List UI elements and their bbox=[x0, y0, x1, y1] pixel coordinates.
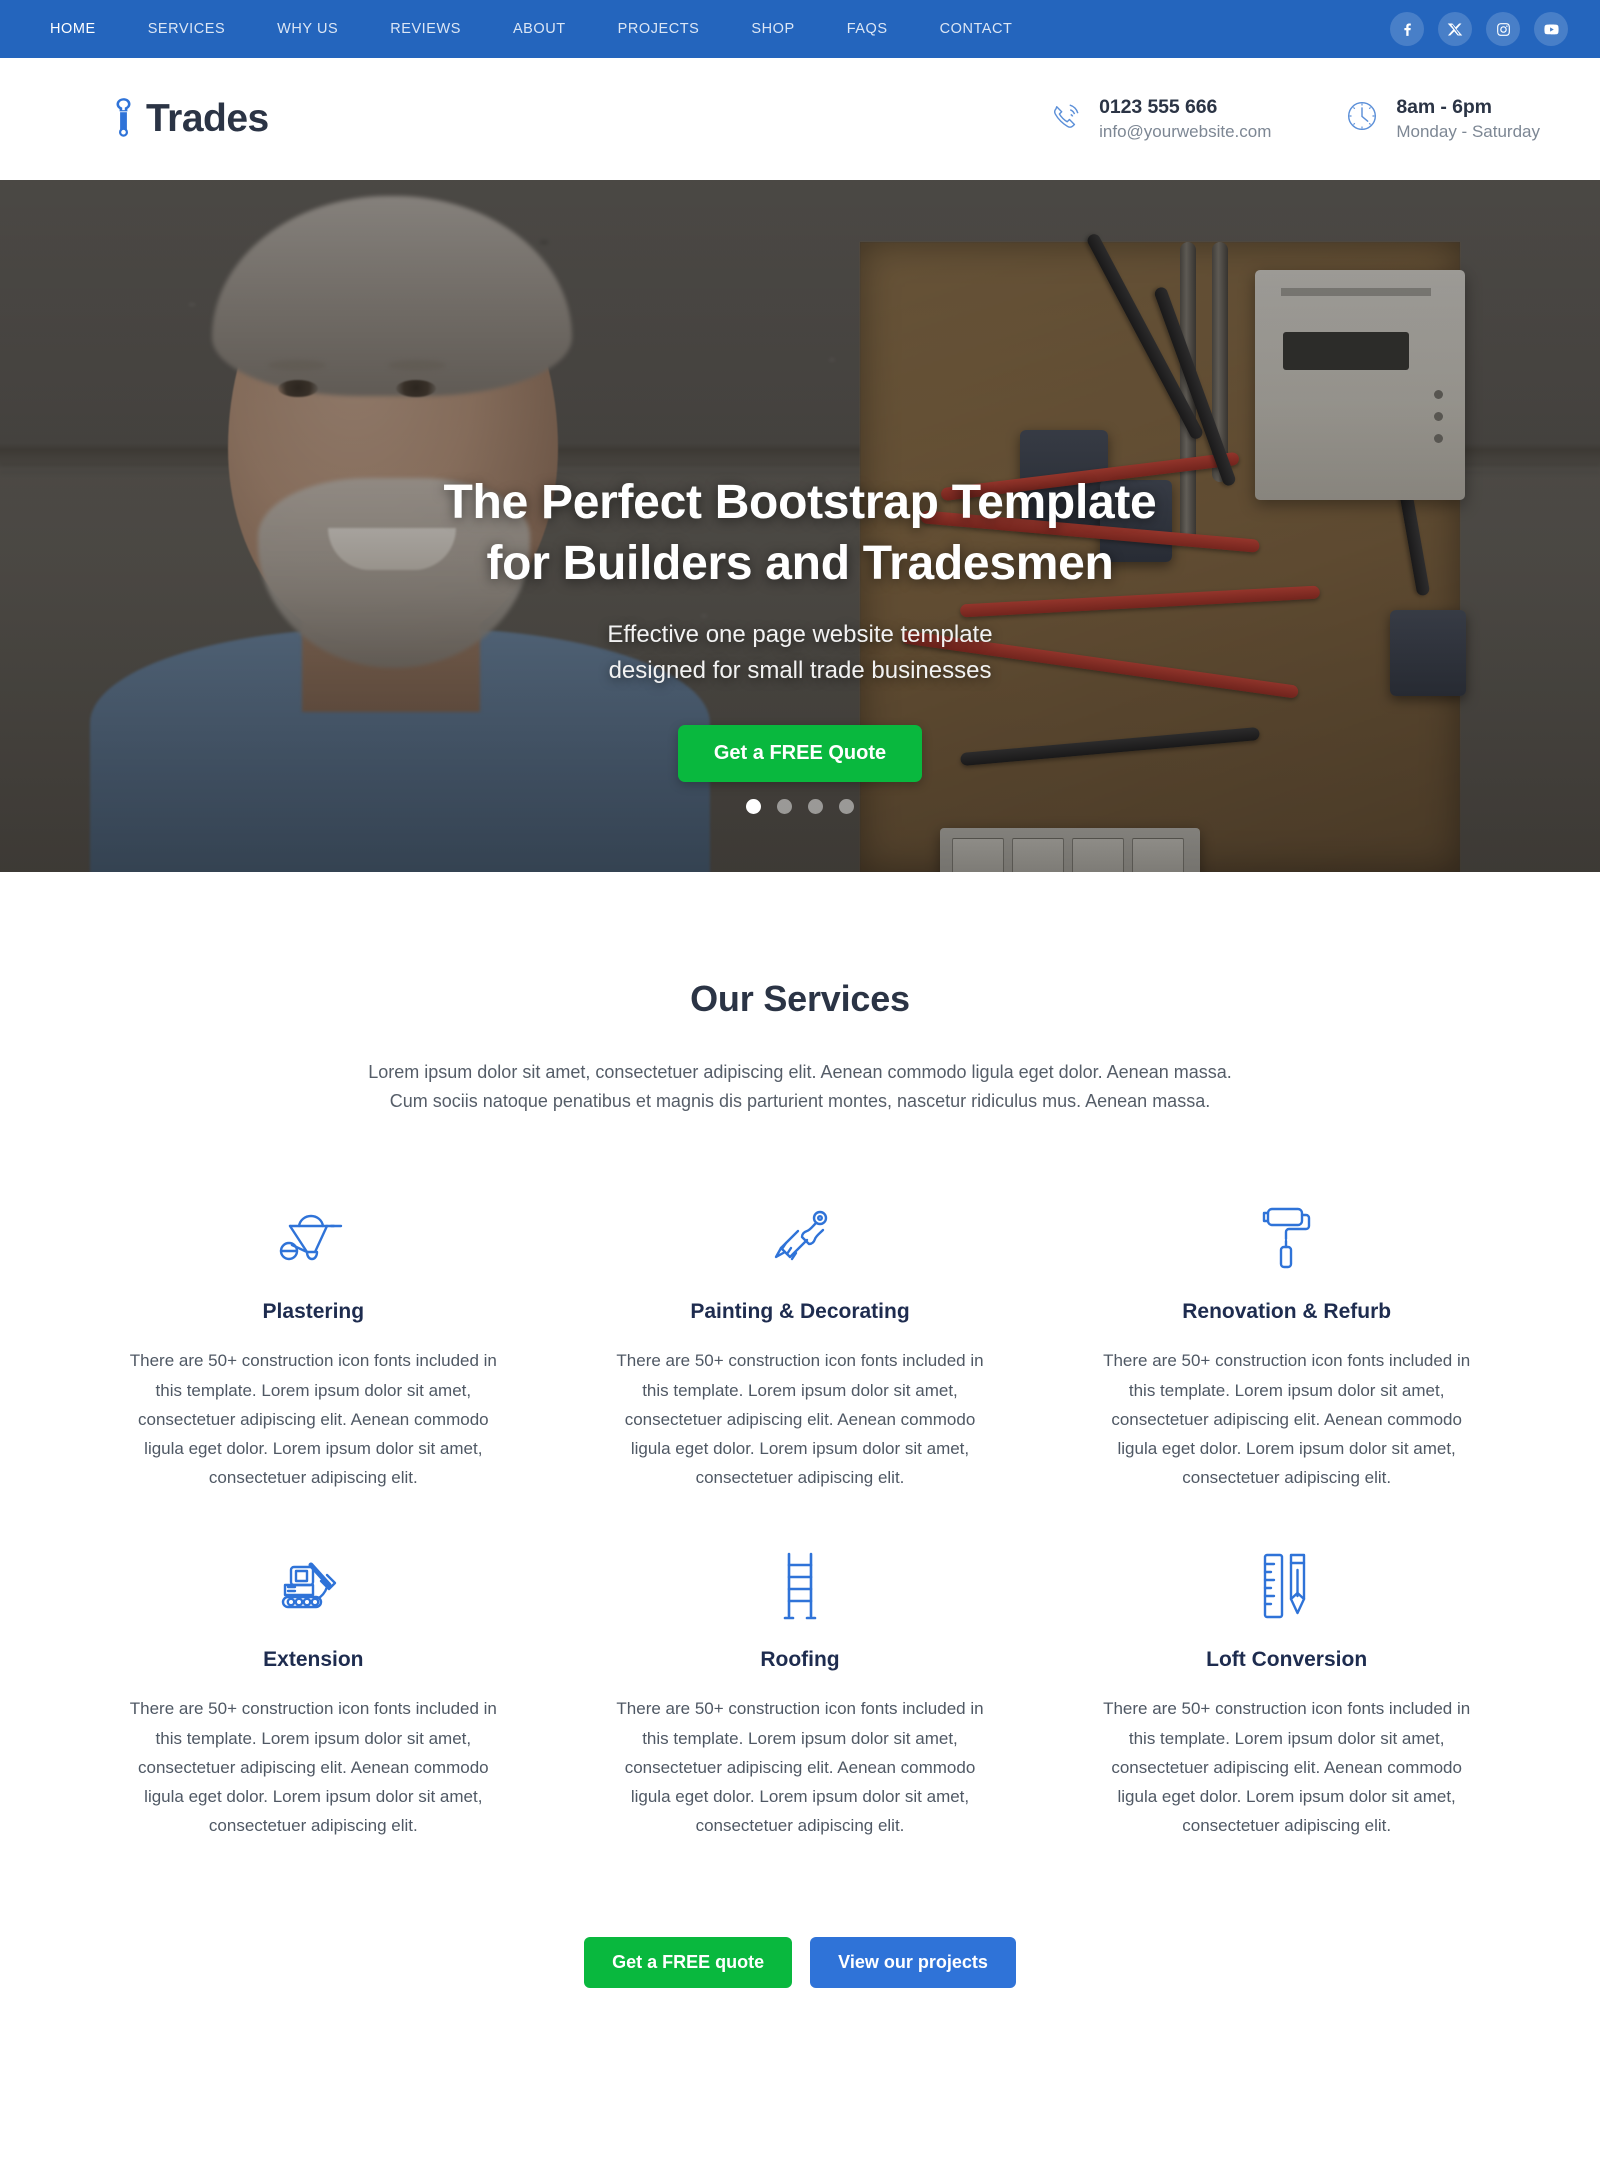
hero-subtitle-line-2: designed for small trade businesses bbox=[608, 656, 992, 684]
phone-ring-icon bbox=[1046, 97, 1084, 140]
email-address: info@yourwebsite.com bbox=[1099, 121, 1272, 141]
youtube-icon[interactable] bbox=[1534, 12, 1568, 46]
service-name: Painting & Decorating bbox=[690, 1300, 910, 1324]
nav-item-services[interactable]: SERVICES bbox=[122, 21, 251, 37]
hours-block: 8am - 6pm Monday - Saturday bbox=[1343, 95, 1540, 143]
service-name: Renovation & Refurb bbox=[1182, 1300, 1392, 1324]
carousel-indicators bbox=[0, 799, 1600, 814]
service-card-extension[interactable]: Extension There are 50+ construction ico… bbox=[100, 1544, 527, 1840]
service-card-plastering[interactable]: Plastering There are 50+ construction ic… bbox=[100, 1196, 527, 1492]
carousel-dot-4[interactable] bbox=[839, 799, 854, 814]
wrench-icon bbox=[110, 97, 137, 142]
top-navigation-bar: HOME SERVICES WHY US REVIEWS ABOUT PROJE… bbox=[0, 0, 1600, 58]
instagram-icon[interactable] bbox=[1486, 12, 1520, 46]
service-card-renovation-refurb[interactable]: Renovation & Refurb There are 50+ constr… bbox=[1073, 1196, 1500, 1492]
service-description: There are 50+ construction icon fonts in… bbox=[129, 1351, 497, 1488]
phone-contact-block[interactable]: 0123 555 666 info@yourwebsite.com bbox=[1046, 95, 1271, 143]
hero-title-line-2: for Builders and Tradesmen bbox=[486, 537, 1114, 591]
services-section: Our Services Lorem ipsum dolor sit amet,… bbox=[0, 872, 1600, 2062]
paintbrush-icon bbox=[609, 1196, 992, 1280]
nav-item-projects[interactable]: PROJECTS bbox=[592, 21, 726, 37]
carousel-dot-3[interactable] bbox=[808, 799, 823, 814]
hero-title: The Perfect Bootstrap Template for Build… bbox=[0, 472, 1600, 595]
excavator-icon bbox=[122, 1544, 505, 1628]
service-description: There are 50+ construction icon fonts in… bbox=[616, 1699, 984, 1836]
ladder-icon bbox=[609, 1544, 992, 1628]
view-our-projects-button[interactable]: View our projects bbox=[810, 1936, 1016, 1988]
hero-subtitle: Effective one page website template desi… bbox=[0, 617, 1600, 689]
hero-content: The Perfect Bootstrap Template for Build… bbox=[0, 472, 1600, 782]
service-name: Loft Conversion bbox=[1206, 1648, 1368, 1672]
site-logo[interactable]: Trades bbox=[110, 97, 269, 142]
paint-roller-icon bbox=[1095, 1196, 1478, 1280]
get-free-quote-button[interactable]: Get a FREE quote bbox=[584, 1936, 793, 1988]
carousel-dot-1[interactable] bbox=[746, 799, 761, 814]
nav-item-shop[interactable]: SHOP bbox=[725, 21, 820, 37]
service-name: Roofing bbox=[760, 1648, 840, 1672]
opening-hours: 8am - 6pm bbox=[1396, 95, 1492, 118]
service-card-loft-conversion[interactable]: Loft Conversion There are 50+ constructi… bbox=[1073, 1544, 1500, 1840]
nav-item-reviews[interactable]: REVIEWS bbox=[364, 21, 487, 37]
services-intro-line-1: Lorem ipsum dolor sit amet, consectetuer… bbox=[368, 1062, 1232, 1082]
service-name: Extension bbox=[263, 1648, 364, 1672]
hero-get-free-quote-button[interactable]: Get a FREE Quote bbox=[677, 724, 923, 782]
site-header: Trades 0123 555 666 info@yourwebsite.com bbox=[0, 58, 1600, 180]
service-description: There are 50+ construction icon fonts in… bbox=[616, 1351, 984, 1488]
service-card-roofing[interactable]: Roofing There are 50+ construction icon … bbox=[587, 1544, 1014, 1840]
services-intro: Lorem ipsum dolor sit amet, consectetuer… bbox=[330, 1058, 1270, 1116]
header-contact-info: 0123 555 666 info@yourwebsite.com 8am - bbox=[1046, 95, 1540, 143]
phone-number: 0123 555 666 bbox=[1099, 95, 1218, 118]
service-description: There are 50+ construction icon fonts in… bbox=[129, 1699, 497, 1836]
nav-item-faqs[interactable]: FAQS bbox=[821, 21, 914, 37]
page-root: HOME SERVICES WHY US REVIEWS ABOUT PROJE… bbox=[0, 0, 1600, 2062]
opening-days: Monday - Saturday bbox=[1396, 121, 1540, 141]
services-grid: Plastering There are 50+ construction ic… bbox=[100, 1196, 1500, 1840]
logo-text: Trades bbox=[146, 97, 269, 140]
service-description: There are 50+ construction icon fonts in… bbox=[1103, 1351, 1471, 1488]
service-name: Plastering bbox=[262, 1300, 365, 1324]
facebook-icon[interactable] bbox=[1390, 12, 1424, 46]
social-links bbox=[1390, 12, 1568, 46]
services-actions: Get a FREE quote View our projects bbox=[0, 1936, 1600, 2062]
service-card-painting-decorating[interactable]: Painting & Decorating There are 50+ cons… bbox=[587, 1196, 1014, 1492]
service-description: There are 50+ construction icon fonts in… bbox=[1103, 1699, 1471, 1836]
ruler-pencil-icon bbox=[1095, 1544, 1478, 1628]
main-nav-list: HOME SERVICES WHY US REVIEWS ABOUT PROJE… bbox=[24, 21, 1038, 37]
nav-item-why-us[interactable]: WHY US bbox=[251, 21, 364, 37]
services-title: Our Services bbox=[690, 978, 910, 1019]
services-intro-line-2: Cum sociis natoque penatibus et magnis d… bbox=[389, 1091, 1211, 1112]
hero-title-line-1: The Perfect Bootstrap Template bbox=[443, 476, 1157, 529]
hero-subtitle-line-1: Effective one page website template bbox=[607, 620, 993, 648]
x-icon[interactable] bbox=[1438, 12, 1472, 46]
nav-item-contact[interactable]: CONTACT bbox=[914, 21, 1039, 37]
nav-item-home[interactable]: HOME bbox=[24, 21, 122, 37]
clock-icon bbox=[1343, 97, 1381, 140]
hero-carousel: The Perfect Bootstrap Template for Build… bbox=[0, 180, 1600, 872]
carousel-dot-2[interactable] bbox=[777, 799, 792, 814]
nav-item-about[interactable]: ABOUT bbox=[487, 21, 592, 37]
wheelbarrow-icon bbox=[122, 1196, 505, 1280]
